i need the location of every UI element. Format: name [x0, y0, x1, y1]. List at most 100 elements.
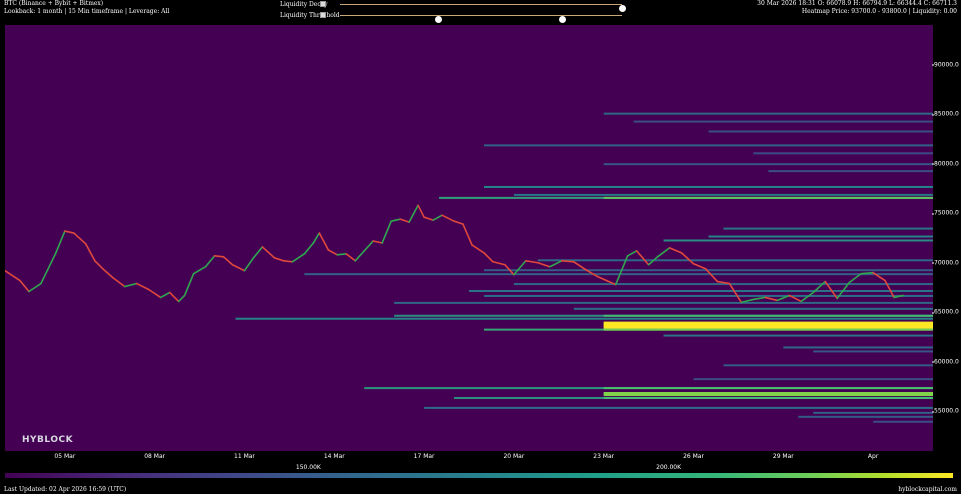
- liquidity-band: [873, 420, 933, 423]
- liquidity-band-hot: [603, 392, 933, 397]
- price-segment: [441, 214, 455, 222]
- liquidity-threshold-high-knob[interactable]: [559, 16, 567, 23]
- price-segment: [399, 218, 410, 223]
- price-segment: [303, 242, 315, 255]
- price-segment: [135, 282, 150, 291]
- liquidity-band: [783, 346, 933, 349]
- price-segment: [336, 253, 348, 256]
- liquidity-colorbar: [5, 473, 953, 478]
- heatmap-svg: [5, 112, 933, 423]
- price-segment: [345, 253, 357, 262]
- liquidity-band-hot: [603, 196, 933, 199]
- price-segment: [261, 246, 276, 259]
- liquidity-threshold-label: Liquidity Threshold: [280, 12, 340, 19]
- price-segment: [354, 250, 366, 262]
- last-updated-label: Last Updated: 02 Apr 2026 16:59 (UTC): [4, 486, 127, 493]
- liquidity-threshold-checkbox[interactable]: [320, 12, 326, 18]
- liquidity-band: [573, 307, 933, 310]
- liquidity-band: [753, 152, 933, 155]
- date-tick-label: 29 Mar: [772, 453, 794, 460]
- ohlc-label: 30 Mar 2026 18:31 O: 66078.9 H: 66794.9 …: [757, 0, 957, 7]
- liquidity-band: [603, 163, 933, 166]
- price-segment: [656, 247, 671, 258]
- liquidity-threshold-control: Liquidity Threshold: [280, 11, 640, 23]
- price-segment: [183, 272, 195, 297]
- liquidity-band: [693, 378, 933, 381]
- liquidity-band: [483, 144, 933, 147]
- lookback-label: Lookback: 1 month | 15 Min timeframe | L…: [4, 8, 170, 15]
- chart-info: BTC (Binance + Bybit + Bitmex) Lookback:…: [4, 0, 169, 16]
- liquidity-band-hot: [603, 396, 933, 399]
- price-segment: [560, 259, 575, 263]
- price-segment: [159, 291, 171, 299]
- colorbar-label-150k: 150.00K: [295, 464, 321, 471]
- liquidity-threshold-low-knob[interactable]: [435, 16, 443, 23]
- price-segment: [596, 275, 608, 282]
- price-segment: [483, 252, 494, 263]
- price-segment: [147, 288, 162, 299]
- symbol-label: BTC (Binance + Bybit + Bitmex): [4, 0, 104, 7]
- liquidity-heatmap[interactable]: HYBLOCK: [5, 25, 933, 451]
- price-segment: [453, 220, 464, 225]
- liquidity-band: [723, 227, 933, 230]
- date-tick-label: 05 Mar: [54, 453, 76, 460]
- liquidity-band: [708, 130, 933, 133]
- price-segment: [19, 279, 30, 293]
- price-segment: [752, 296, 767, 301]
- price-segment: [680, 252, 695, 265]
- liquidity-band: [663, 334, 933, 337]
- liquidity-band: [708, 235, 933, 238]
- date-tick-label: 14 Mar: [323, 453, 345, 460]
- price-segment: [549, 259, 563, 268]
- liquidity-band: [663, 239, 933, 242]
- price-segment: [537, 261, 551, 268]
- liquidity-band: [537, 259, 933, 262]
- liquidity-threshold-slider[interactable]: [340, 15, 622, 23]
- price-segment: [312, 232, 321, 244]
- liquidity-band: [768, 170, 933, 173]
- price-axis: 90000.0 85000.0 80000.0 75000.0 70000.0 65000…: [932, 25, 961, 451]
- price-segment: [273, 257, 285, 262]
- liquidity-band: [813, 411, 933, 414]
- price-segment: [327, 249, 339, 256]
- liquidity-band: [798, 415, 933, 418]
- price-segment: [626, 250, 638, 257]
- price-tick-label: 85000.0: [932, 110, 959, 118]
- price-tick-label: 70000.0: [932, 259, 959, 267]
- date-tick-label: 08 Mar: [144, 453, 166, 460]
- liquidity-band: [235, 317, 933, 320]
- liquidity-band-hot: [603, 328, 933, 331]
- heatmap-price-label: Heatmap Price: 93700.0 - 93800.0 | Liqui…: [801, 8, 957, 15]
- price-segment: [423, 216, 434, 221]
- date-tick-label: Apr: [867, 453, 879, 460]
- colorbar-label-200k: 200.00K: [656, 464, 682, 471]
- price-segment: [860, 271, 874, 275]
- price-segment: [213, 255, 225, 258]
- price-segment: [492, 260, 506, 266]
- liquidity-decay-slider[interactable]: [340, 4, 626, 12]
- date-tick-label: 17 Mar: [413, 453, 435, 460]
- price-segment: [55, 230, 66, 254]
- liquidity-band: [424, 406, 933, 409]
- price-tick-label: 60000.0: [932, 358, 959, 366]
- price-segment: [728, 282, 743, 304]
- liquidity-decay-checkbox[interactable]: [320, 1, 326, 7]
- price-segment: [94, 259, 105, 271]
- price-segment: [40, 252, 57, 285]
- price-segment: [177, 294, 186, 303]
- price-segment: [111, 276, 126, 288]
- price-tick-label: 80000.0: [932, 160, 959, 168]
- colorbar-labels: 150.00K 200.00K: [5, 464, 953, 472]
- liquidity-decay-control: Liquidity Decay: [280, 0, 640, 12]
- hyblock-watermark: HYBLOCK: [22, 435, 74, 445]
- price-segment: [372, 240, 383, 244]
- site-link[interactable]: hyblockcapital.com: [898, 486, 957, 493]
- ohlc-info: 30 Mar 2026 18:31 O: 66078.9 H: 66794.9 …: [757, 0, 957, 16]
- price-segment: [417, 204, 425, 218]
- price-segment: [123, 282, 138, 288]
- price-segment: [231, 263, 246, 272]
- price-segment: [471, 244, 485, 254]
- date-tick-label: 20 Mar: [503, 453, 525, 460]
- liquidity-band-hot: [603, 387, 933, 390]
- liquidity-band: [633, 120, 933, 123]
